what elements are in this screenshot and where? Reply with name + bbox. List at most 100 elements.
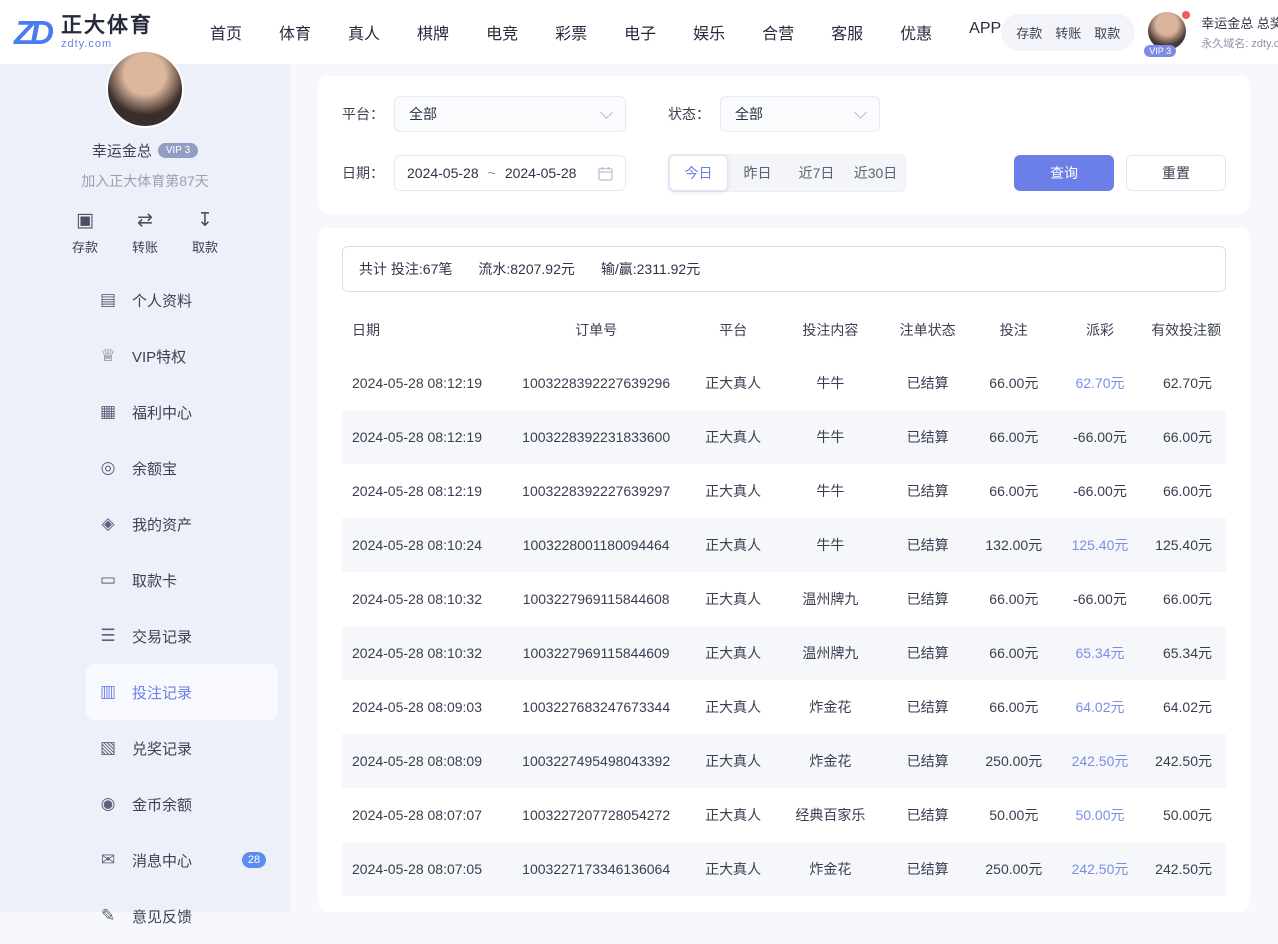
cell-platform: 正大真人: [687, 572, 780, 626]
cell-platform: 正大真人: [687, 734, 780, 788]
cell-payout: -66.00元: [1054, 410, 1147, 464]
sidebar-item[interactable]: ▥ 投注记录: [86, 664, 278, 720]
search-button[interactable]: 查询: [1014, 155, 1114, 191]
wallet-shortcut[interactable]: ↧ 取款: [192, 211, 218, 256]
sidebar-item[interactable]: ☰ 交易记录: [86, 608, 278, 664]
sidebar-item[interactable]: ◉ 金币余额: [86, 776, 278, 832]
profile-block: 幸运金总 VIP 3 加入正大体育第87天 ▣ 存款 ⇄ 转账 ↧ 取款: [0, 50, 290, 256]
date-range-button[interactable]: 近30日: [846, 155, 905, 191]
vip-badge: VIP 3: [1144, 45, 1176, 57]
brand-logo[interactable]: ZD 正大体育 zdty.com: [14, 14, 186, 50]
wallet-shortcut[interactable]: ⇄ 转账: [132, 211, 158, 256]
cell-date: 2024-05-28 08:08:09: [342, 734, 506, 788]
date-label: 日期：: [342, 163, 384, 183]
notification-dot-icon: [1182, 11, 1190, 19]
sidebar-item[interactable]: ✉ 消息中心 28: [86, 832, 278, 888]
status-label: 状态：: [668, 104, 710, 124]
cell-valid-bet: 242.50元: [1146, 842, 1226, 896]
status-select-value: 全部: [735, 104, 763, 124]
cell-valid-bet: 64.02元: [1146, 680, 1226, 734]
sidebar-item[interactable]: ✎ 意见反馈: [86, 888, 278, 944]
cell-platform: 正大真人: [687, 788, 780, 842]
cell-platform: 正大真人: [687, 680, 780, 734]
cell-status: 已结算: [881, 734, 974, 788]
permanent-domain-note: 永久域名: zdty.c: [1201, 35, 1278, 51]
cell-platform: 正大真人: [687, 464, 780, 518]
wallet-shortcut[interactable]: ▣ 存款: [72, 211, 98, 256]
unread-count-badge: 28: [242, 852, 266, 868]
cell-order-number: 1003227173346136064: [506, 842, 687, 896]
sidebar-item[interactable]: ▧ 兑奖记录: [86, 720, 278, 776]
sidebar-item[interactable]: ▭ 取款卡: [86, 552, 278, 608]
topbar-avatar-wrap: VIP 3: [1148, 12, 1188, 52]
profile-vip-badge: VIP 3: [158, 143, 198, 158]
date-range-button[interactable]: 今日: [669, 155, 728, 191]
date-range-button[interactable]: 近7日: [787, 155, 846, 191]
cell-date: 2024-05-28 08:12:19: [342, 356, 506, 410]
nav-item[interactable]: 体育: [279, 20, 311, 44]
cell-bet-amount: 66.00元: [974, 356, 1054, 410]
summary-bar: 共计 投注:67笔 流水:8207.92元 输/赢:2311.92元: [342, 246, 1226, 292]
nav-item[interactable]: 棋牌: [417, 20, 449, 44]
nav-item[interactable]: 首页: [210, 20, 242, 44]
sidebar-item[interactable]: ◎ 余额宝: [86, 440, 278, 496]
cell-order-number: 1003228392227639296: [506, 356, 687, 410]
chevron-down-icon: [854, 106, 867, 119]
cell-status: 已结算: [881, 518, 974, 572]
topbar-user-meta: 幸运金总 总奖 永久域名: zdty.c: [1201, 13, 1278, 51]
status-select[interactable]: 全部: [720, 96, 880, 132]
cell-bet-content: 温州牌九: [780, 572, 882, 626]
cell-valid-bet: 66.00元: [1146, 410, 1226, 464]
cell-payout: 242.50元: [1054, 734, 1147, 788]
cell-date: 2024-05-28 08:10:24: [342, 518, 506, 572]
topbar-right: 存款转账取款 VIP 3 幸运金总 总奖 永久域名: zdty.c: [1001, 12, 1278, 52]
nav-item[interactable]: 客服: [831, 20, 863, 44]
summary-total-bets: 共计 投注:67笔: [359, 259, 452, 279]
nav-item[interactable]: 优惠: [900, 20, 932, 44]
platform-select[interactable]: 全部: [394, 96, 626, 132]
date-start-value: 2024-05-28: [407, 165, 479, 181]
coin-icon: ◎: [98, 458, 118, 478]
column-header: 订单号: [506, 304, 687, 356]
cell-date: 2024-05-28 08:12:19: [342, 464, 506, 518]
sidebar-item-label: 取款卡: [132, 570, 177, 591]
quick-action[interactable]: 存款: [1016, 23, 1042, 42]
sidebar-item[interactable]: ▦ 福利中心: [86, 384, 278, 440]
brand-text: 正大体育 zdty.com: [61, 14, 153, 50]
sidebar-item-label: VIP特权: [132, 346, 186, 367]
table-row: 2024-05-28 08:10:32 1003227969115844608 …: [342, 572, 1226, 626]
date-range-button[interactable]: 昨日: [728, 155, 787, 191]
quick-action[interactable]: 转账: [1055, 23, 1081, 42]
table-header-row: 日期订单号平台投注内容注单状态投注派彩有效投注额: [342, 304, 1226, 356]
prize-record-icon: ▧: [98, 738, 118, 758]
sidebar-item-label: 我的资产: [132, 514, 192, 535]
sidebar-item[interactable]: ◈ 我的资产: [86, 496, 278, 552]
main-content: 平台： 全部 状态： 全部 日期： 2024-05-28 ~ 2024-05-2…: [290, 64, 1278, 912]
date-range-input[interactable]: 2024-05-28 ~ 2024-05-28: [394, 155, 626, 191]
cell-bet-content: 温州牌九: [780, 626, 882, 680]
column-header: 有效投注额: [1146, 304, 1226, 356]
quick-action[interactable]: 取款: [1094, 23, 1120, 42]
cell-payout: 62.70元: [1054, 356, 1147, 410]
sidebar-item[interactable]: ♕ VIP特权: [86, 328, 278, 384]
feedback-icon: ✎: [98, 906, 118, 926]
table-row: 2024-05-28 08:08:09 1003227495498043392 …: [342, 734, 1226, 788]
column-header: 投注内容: [780, 304, 882, 356]
shortcut-label: 存款: [72, 237, 98, 256]
cell-order-number: 1003227969115844609: [506, 626, 687, 680]
cell-status: 已结算: [881, 788, 974, 842]
nav-item[interactable]: 电竞: [486, 20, 518, 44]
nav-item[interactable]: 真人: [348, 20, 380, 44]
nav-item[interactable]: APP: [969, 20, 1001, 44]
nav-item[interactable]: 娱乐: [693, 20, 725, 44]
nav-item[interactable]: 合营: [762, 20, 794, 44]
table-row: 2024-05-28 08:12:19 1003228392227639297 …: [342, 464, 1226, 518]
sidebar-item[interactable]: ▤ 个人资料: [86, 272, 278, 328]
records-panel: 共计 投注:67笔 流水:8207.92元 输/赢:2311.92元 日期订单号…: [318, 228, 1250, 912]
reset-button[interactable]: 重置: [1126, 155, 1226, 191]
sidebar-item-label: 意见反馈: [132, 906, 192, 927]
nav-item[interactable]: 彩票: [555, 20, 587, 44]
nav-item[interactable]: 电子: [624, 20, 656, 44]
cell-payout: 125.40元: [1054, 518, 1147, 572]
filter-row-date: 日期： 2024-05-28 ~ 2024-05-28 今日昨日近7日近30日 …: [342, 154, 1226, 192]
